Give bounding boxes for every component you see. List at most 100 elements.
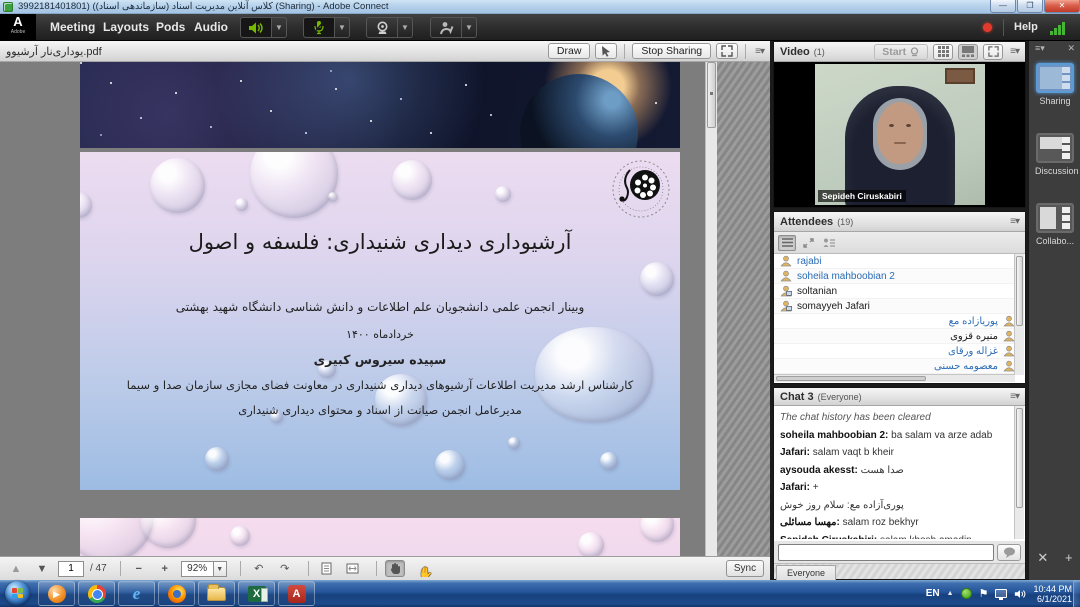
attendee-row[interactable]: معصومه حسنی <box>774 359 1015 374</box>
scrollbar-thumb[interactable] <box>707 62 716 128</box>
pointer-tool-button[interactable] <box>595 43 617 59</box>
folder-icon <box>207 587 226 601</box>
chat-input[interactable] <box>778 544 994 561</box>
speaker-dropdown[interactable]: ▼ <box>272 17 287 38</box>
attendee-person-icon <box>780 270 792 282</box>
attendees-pod-menu-icon[interactable]: ≡▾ <box>1010 216 1019 227</box>
scrollbar-thumb[interactable] <box>1016 256 1023 326</box>
menu-layouts[interactable]: Layouts <box>103 14 149 41</box>
strip-close-icon[interactable]: ✕ <box>1037 550 1048 566</box>
adobe-logo[interactable]: A Adobe <box>0 14 36 41</box>
video-fullscreen-button[interactable] <box>983 44 1003 60</box>
taskbar-chrome[interactable] <box>78 581 115 606</box>
attendee-row[interactable]: soheila mahboobian 2 <box>774 269 1015 284</box>
draw-button[interactable]: Draw <box>548 43 591 59</box>
microphone-button[interactable] <box>303 17 335 38</box>
connection-signal-icon[interactable] <box>1050 22 1065 35</box>
microphone-dropdown[interactable]: ▼ <box>335 17 350 38</box>
document-scrollbar[interactable] <box>705 62 717 556</box>
taskbar-firefox[interactable] <box>158 581 195 606</box>
speaker-face <box>877 102 923 164</box>
taskbar-clock[interactable]: 10:44 PM 6/1/2021 <box>1033 584 1072 604</box>
tab-everyone[interactable]: Everyone <box>776 565 836 580</box>
tray-expand-icon[interactable]: ▲ <box>947 590 954 597</box>
taskbar-internet-explorer[interactable]: e <box>118 581 155 606</box>
fit-width-button[interactable] <box>317 560 337 577</box>
hand-tool-icon <box>389 562 401 575</box>
scrollbar-thumb[interactable] <box>1016 408 1023 508</box>
zoom-select[interactable]: 92% ▼ <box>181 561 227 577</box>
start-webcam-button[interactable]: Start <box>874 44 928 60</box>
attendee-list-view-button[interactable] <box>778 235 796 251</box>
grid-view-button[interactable] <box>933 44 953 60</box>
shared-document-canvas[interactable]: آرشیوداری دیداری شنیداری: فلسفه و اصول و… <box>0 62 770 577</box>
menu-help[interactable]: Help <box>1014 14 1038 41</box>
strip-add-icon[interactable]: + <box>1065 550 1073 566</box>
layout-collaboration-label: Collabo... <box>1035 236 1075 246</box>
breakout-view-button[interactable] <box>799 235 817 251</box>
language-indicator[interactable]: EN <box>926 588 940 599</box>
close-button[interactable]: ✕ <box>1044 0 1080 13</box>
attendee-row[interactable]: منیره قزوی <box>774 329 1015 344</box>
antivirus-tray-icon[interactable] <box>961 588 972 599</box>
page-down-button[interactable]: ▼ <box>32 560 52 577</box>
webcam-button[interactable] <box>366 17 398 38</box>
taskbar-adobe-reader[interactable]: A <box>278 581 315 606</box>
taskbar-explorer[interactable] <box>198 581 235 606</box>
attendees-scrollbar[interactable] <box>1014 254 1024 375</box>
chat-pod-menu-icon[interactable]: ≡▾ <box>1010 391 1019 402</box>
fit-page-button[interactable] <box>343 560 363 577</box>
share-pod-menu-icon[interactable]: ≡▾ <box>755 46 764 57</box>
rotate-left-button[interactable]: ↶ <box>249 560 269 577</box>
layout-discussion[interactable]: Discussion <box>1035 133 1075 176</box>
video-pod-menu-icon[interactable]: ≡▾ <box>1010 46 1019 57</box>
status-dropdown[interactable]: ▼ <box>462 17 477 38</box>
filmstrip-view-button[interactable] <box>958 44 978 60</box>
zoom-dropdown-arrow[interactable]: ▼ <box>213 562 226 576</box>
menu-audio[interactable]: Audio <box>194 14 228 41</box>
zoom-in-button[interactable]: + <box>155 560 175 577</box>
set-status-button[interactable] <box>430 17 462 38</box>
minimize-button[interactable]: — <box>990 0 1016 13</box>
menu-pods[interactable]: Pods <box>156 14 185 41</box>
page-up-button[interactable]: ▲ <box>6 560 26 577</box>
taskbar-excel[interactable]: X <box>238 581 275 606</box>
attendees-hscrollbar[interactable] <box>774 374 1015 382</box>
stop-sharing-button[interactable]: Stop Sharing <box>632 43 711 59</box>
network-tray-icon[interactable] <box>995 589 1007 598</box>
fullscreen-button[interactable] <box>716 43 738 59</box>
taskbar-media-player[interactable]: ▶ <box>38 581 75 606</box>
bubble-decoration <box>205 447 229 471</box>
layout-bar-menu-icon[interactable]: ≡▾ <box>1035 43 1045 55</box>
speaker-button[interactable] <box>240 17 272 38</box>
hand-tool-button[interactable] <box>385 560 405 577</box>
sync-button[interactable]: Sync <box>726 560 764 577</box>
chat-send-button[interactable] <box>997 544 1021 561</box>
layout-collaboration[interactable]: Collabo... <box>1035 203 1075 246</box>
attendee-row[interactable]: rajabi <box>774 254 1015 269</box>
chat-message: Sepideh Ciruskabiri: salam khosh amadin <box>780 535 1008 540</box>
zoom-out-button[interactable]: − <box>129 560 149 577</box>
page-number-input[interactable] <box>58 561 84 577</box>
layout-sharing[interactable]: Sharing <box>1035 63 1075 106</box>
attendee-person-icon <box>780 300 792 312</box>
internet-explorer-icon: e <box>133 584 141 604</box>
volume-tray-icon[interactable] <box>1014 588 1026 600</box>
chat-scrollbar[interactable] <box>1014 406 1024 539</box>
attendee-row[interactable]: somayyeh Jafari <box>774 299 1015 314</box>
attendees-pod-header: Attendees (19) ≡▾ <box>774 212 1025 232</box>
menu-meeting[interactable]: Meeting <box>50 14 95 41</box>
attendee-status-view-button[interactable] <box>820 235 838 251</box>
attendee-row[interactable]: soltanian <box>774 284 1015 299</box>
start-button[interactable] <box>5 581 30 606</box>
chat-input-row <box>774 541 1025 563</box>
rotate-right-button[interactable]: ↷ <box>275 560 295 577</box>
webcam-dropdown[interactable]: ▼ <box>398 17 413 38</box>
layout-bar-close-icon[interactable]: ✕ <box>1067 43 1075 55</box>
action-center-icon[interactable]: ⚑ <box>979 587 989 600</box>
attendee-row[interactable]: غزاله ورقای <box>774 344 1015 359</box>
maximize-button[interactable]: ❐ <box>1017 0 1043 13</box>
show-desktop-button[interactable] <box>1073 580 1080 607</box>
attendee-row[interactable]: پوریازاده مع <box>774 314 1015 329</box>
scrollbar-thumb[interactable] <box>776 376 926 381</box>
